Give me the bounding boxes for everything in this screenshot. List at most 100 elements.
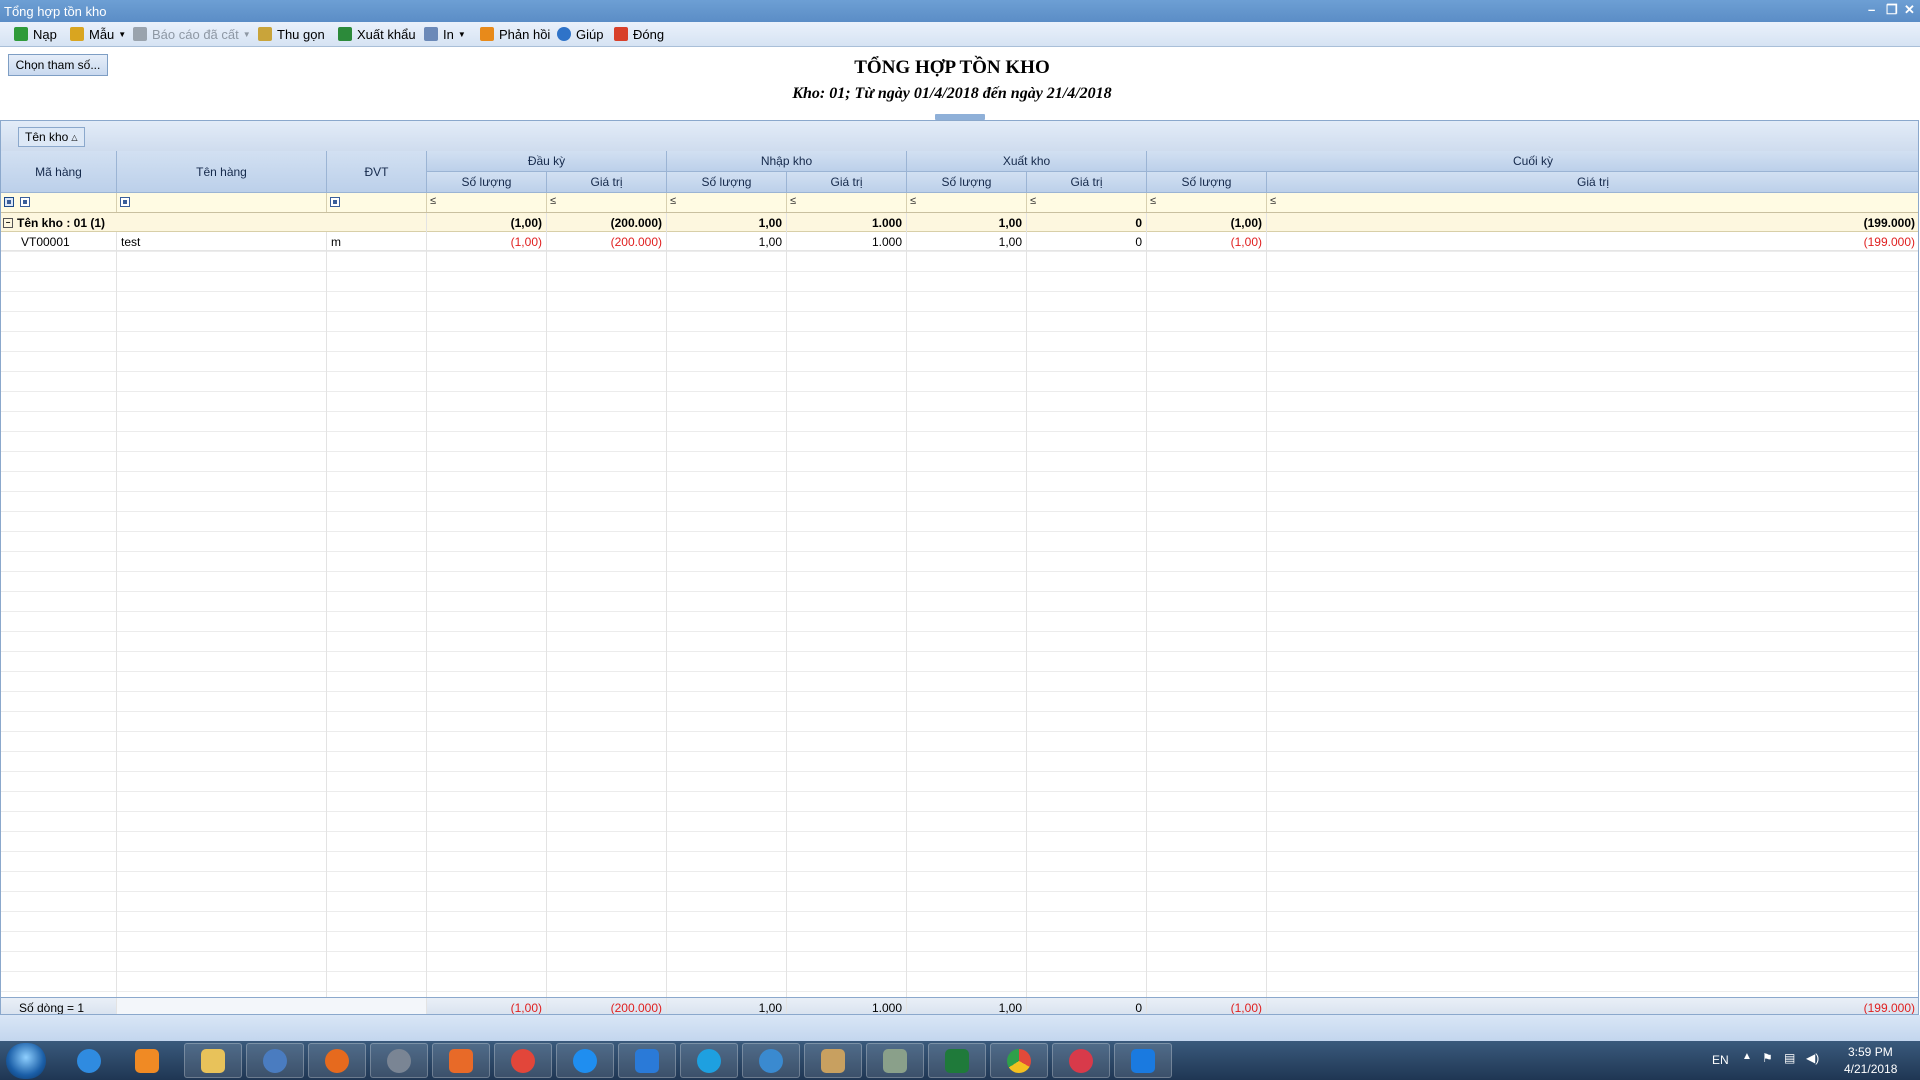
col-header-dk-gia-tri[interactable]: Giá trị xyxy=(547,172,667,193)
close-button[interactable]: Đóng xyxy=(614,25,664,43)
cell-ck-sl[interactable]: (1,00) xyxy=(1147,232,1267,251)
filter-condition-icon[interactable] xyxy=(20,197,30,207)
col-divider xyxy=(1026,251,1027,997)
cell-dk-gt[interactable]: (200.000) xyxy=(547,232,667,251)
taskbar-database[interactable] xyxy=(618,1043,676,1078)
template-button[interactable]: Mẫu ▼ xyxy=(70,25,126,43)
filter-cell-dk-gt[interactable]: ≤ xyxy=(547,193,667,212)
grid-empty-area xyxy=(1,251,1918,997)
footer-nk-gt: 1.000 xyxy=(787,998,907,1014)
col-header-ten-hang[interactable]: Tên hàng xyxy=(117,151,327,193)
minimize-icon[interactable]: – xyxy=(1868,2,1875,17)
group-by-tag[interactable]: Tên kho △ xyxy=(18,127,85,147)
table-row[interactable]: VT00001 test m (1,00) (200.000) 1,00 1.0… xyxy=(1,232,1918,251)
col-header-xk-so-luong[interactable]: Số lượng xyxy=(907,172,1027,193)
group-nk-gt: 1.000 xyxy=(787,213,907,232)
saved-reports-button[interactable]: Báo cáo đã cất ▼ xyxy=(133,25,251,43)
cell-xk-sl[interactable]: 1,00 xyxy=(907,232,1027,251)
taskbar-firefox[interactable] xyxy=(308,1043,366,1078)
group-row[interactable]: − Tên kho : 01 (1) (1,00) (200.000) 1,00… xyxy=(1,213,1918,232)
filter-operator: ≤ xyxy=(1150,195,1157,207)
col-header-ma-hang[interactable]: Mã hàng xyxy=(1,151,117,193)
filter-cell-nk-sl[interactable]: ≤ xyxy=(667,193,787,212)
cell-dvt[interactable]: m xyxy=(327,232,427,251)
filter-cell-nk-gt[interactable]: ≤ xyxy=(787,193,907,212)
show-hidden-icons-icon[interactable]: ▲ xyxy=(1742,1051,1752,1062)
lifebuoy-icon xyxy=(511,1048,535,1073)
filter-operator: ≤ xyxy=(790,195,797,207)
language-indicator[interactable]: EN xyxy=(1712,1053,1729,1067)
cell-nk-gt[interactable]: 1.000 xyxy=(787,232,907,251)
col-header-ck-so-luong[interactable]: Số lượng xyxy=(1147,172,1267,193)
print-button[interactable]: In ▼ xyxy=(424,25,466,43)
taskbar-calculator[interactable] xyxy=(866,1043,924,1078)
col-header-ck-gia-tri[interactable]: Giá trị xyxy=(1267,172,1918,193)
feedback-button[interactable]: Phản hồi xyxy=(480,25,550,43)
taskbar-zalo[interactable] xyxy=(556,1043,614,1078)
cell-dk-sl[interactable]: (1,00) xyxy=(427,232,547,251)
filter-edit-icon[interactable] xyxy=(4,197,14,207)
window-title-bar: Tổng hợp tồn kho – ❐ ✕ xyxy=(0,0,1920,22)
clock-date[interactable]: 4/21/2018 xyxy=(1844,1062,1897,1076)
taskbar-chrome[interactable] xyxy=(990,1043,1048,1078)
filter-operator: ≤ xyxy=(1270,195,1277,207)
col-header-dvt[interactable]: ĐVT xyxy=(327,151,427,193)
taskbar-misa[interactable] xyxy=(432,1043,490,1078)
col-header-dk-so-luong[interactable]: Số lượng xyxy=(427,172,547,193)
network-icon[interactable]: ▤ xyxy=(1784,1051,1795,1065)
col-header-xk-gia-tri[interactable]: Giá trị xyxy=(1027,172,1147,193)
internet-explorer-icon xyxy=(77,1048,101,1073)
filter-cell-dvt[interactable] xyxy=(327,193,427,212)
window-title: Tổng hợp tồn kho xyxy=(4,4,107,19)
col-header-nk-gia-tri[interactable]: Giá trị xyxy=(787,172,907,193)
filter-cell-ck-gt[interactable]: ≤ xyxy=(1267,193,1918,212)
group-nk-sl: 1,00 xyxy=(667,213,787,232)
volume-icon[interactable]: ◀) xyxy=(1806,1051,1819,1065)
restore-icon[interactable]: ❐ xyxy=(1886,2,1898,18)
taskbar-excel[interactable] xyxy=(928,1043,986,1078)
filter-operator: ≤ xyxy=(910,195,917,207)
cell-xk-gt[interactable]: 0 xyxy=(1027,232,1147,251)
filter-operator: ≤ xyxy=(550,195,557,207)
filter-cell-xk-sl[interactable]: ≤ xyxy=(907,193,1027,212)
taskbar-teamviewer[interactable] xyxy=(1114,1043,1172,1078)
taskbar-paint[interactable] xyxy=(804,1043,862,1078)
taskbar-media-player[interactable] xyxy=(118,1043,176,1078)
footer-dk-sl: (1,00) xyxy=(427,998,547,1014)
filter-condition-icon[interactable] xyxy=(120,197,130,207)
footer-nk-sl: 1,00 xyxy=(667,998,787,1014)
taskbar-internet-explorer[interactable] xyxy=(60,1043,118,1078)
help-button[interactable]: Giúp xyxy=(557,25,603,43)
collapse-group-icon[interactable]: − xyxy=(3,217,13,228)
report-title: TỔNG HỢP TỒN KHO xyxy=(854,57,1050,78)
database-icon xyxy=(635,1048,659,1073)
action-center-flag-icon[interactable]: ⚑ xyxy=(1762,1051,1773,1065)
filter-cell-xk-gt[interactable]: ≤ xyxy=(1027,193,1147,212)
start-button[interactable] xyxy=(6,1043,46,1079)
folder-icon xyxy=(201,1048,225,1073)
filter-cell-ten-hang[interactable] xyxy=(117,193,327,212)
cell-nk-sl[interactable]: 1,00 xyxy=(667,232,787,251)
col-divider xyxy=(906,251,907,997)
taskbar-remote-desktop[interactable] xyxy=(742,1043,800,1078)
cell-ten-hang[interactable]: test xyxy=(117,232,327,251)
taskbar-ultraviewer[interactable] xyxy=(1052,1043,1110,1078)
filter-cell-dk-sl[interactable]: ≤ xyxy=(427,193,547,212)
filter-condition-icon[interactable] xyxy=(330,197,340,207)
cell-ma-hang[interactable]: VT00001 xyxy=(1,232,117,251)
taskbar-skype[interactable] xyxy=(680,1043,738,1078)
window-close-icon[interactable]: ✕ xyxy=(1904,2,1915,18)
reload-button[interactable]: Nạp xyxy=(14,25,57,43)
taskbar-outlook[interactable] xyxy=(246,1043,304,1078)
group-dk-sl: (1,00) xyxy=(427,213,547,232)
clock-time[interactable]: 3:59 PM xyxy=(1848,1045,1893,1059)
col-header-nk-so-luong[interactable]: Số lượng xyxy=(667,172,787,193)
taskbar-headset[interactable] xyxy=(370,1043,428,1078)
export-button[interactable]: Xuất khẩu xyxy=(338,25,416,43)
filter-cell-ck-sl[interactable]: ≤ xyxy=(1147,193,1267,212)
taskbar-lifebuoy[interactable] xyxy=(494,1043,552,1078)
taskbar-file-explorer[interactable] xyxy=(184,1043,242,1078)
cell-ck-gt[interactable]: (199.000) xyxy=(1267,232,1918,251)
collapse-button[interactable]: Thu gọn xyxy=(258,25,325,43)
filter-cell-ma-hang[interactable] xyxy=(1,193,117,212)
